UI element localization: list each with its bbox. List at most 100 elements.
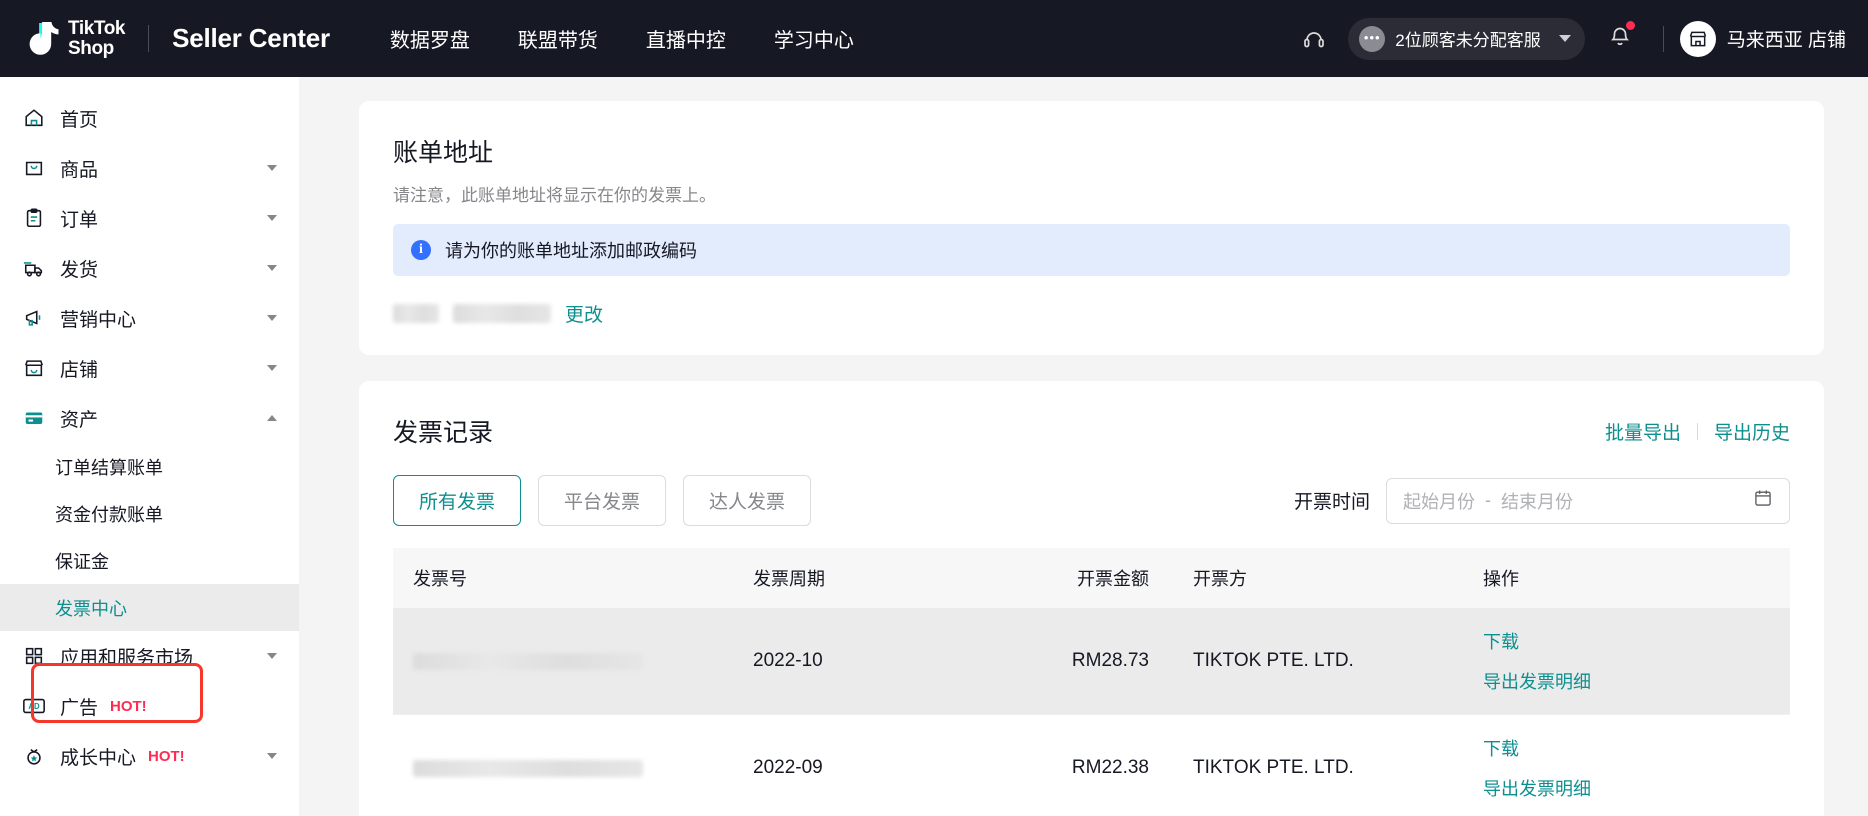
- avatar: [1679, 20, 1716, 57]
- sidebar-item-home[interactable]: 首页: [0, 93, 299, 143]
- customer-service-pill[interactable]: ••• 2位顾客未分配客服: [1348, 17, 1585, 60]
- ad-icon: AD: [22, 694, 46, 718]
- sidebar-item-marketing[interactable]: 营销中心: [0, 293, 299, 343]
- sidebar-item-shop[interactable]: 店铺: [0, 343, 299, 393]
- sidebar-item-ads[interactable]: AD 广告 HOT!: [0, 681, 299, 731]
- export-invoice-detail-link[interactable]: 导出发票明细: [1483, 668, 1790, 694]
- action-divider: [1696, 422, 1698, 440]
- sidebar-subitem-payment[interactable]: 资金付款账单: [0, 490, 299, 537]
- cs-pill-label: 2位顾客未分配客服: [1395, 31, 1541, 50]
- sidebar-sublabel-invoice-center: 发票中心: [55, 598, 127, 619]
- billing-address-row: 更改: [393, 300, 1790, 327]
- col-period: 发票周期: [733, 548, 983, 608]
- tiktok-note-icon: [26, 20, 59, 58]
- chevron-up-icon: [267, 415, 277, 421]
- tiktok-shop-logo[interactable]: TikTok Shop: [26, 19, 125, 58]
- sidebar-item-shipping[interactable]: 发货: [0, 243, 299, 293]
- chevron-down-icon: [267, 753, 277, 759]
- cell-invoice-no: [393, 608, 733, 715]
- invoice-section-header: 发票记录 批量导出 导出历史: [393, 413, 1790, 449]
- sidebar-item-finance[interactable]: 资产: [0, 393, 299, 443]
- invoice-table: 发票号 发票周期 开票金额 开票方 操作 2022-10 RM28.73 TIK…: [393, 548, 1790, 816]
- col-issuer: 开票方: [1173, 548, 1463, 608]
- topnav-item-2[interactable]: 直播中控: [622, 24, 750, 53]
- invoice-header-actions: 批量导出 导出历史: [1605, 418, 1790, 445]
- col-actions: 操作: [1463, 548, 1790, 608]
- redacted-address-part-1: [393, 304, 439, 323]
- sidebar-item-app-market[interactable]: 应用和服务市场: [0, 631, 299, 681]
- chevron-down-icon: [267, 165, 277, 171]
- tab-platform-invoices[interactable]: 平台发票: [538, 475, 667, 526]
- sidebar-label-home: 首页: [60, 109, 99, 131]
- sidebar-item-products[interactable]: 商品: [0, 143, 299, 193]
- chevron-down-icon: [267, 215, 277, 221]
- logo-text-shop: Shop: [68, 37, 114, 59]
- shop-name-label: 马来西亚 店铺: [1726, 30, 1846, 51]
- date-start-placeholder: 起始月份: [1403, 491, 1475, 512]
- chevron-down-icon: [267, 365, 277, 371]
- shop-account-chip[interactable]: 马来西亚 店铺: [1679, 20, 1846, 57]
- invoice-date-filter: 开票时间 起始月份 - 结束月份: [1294, 477, 1790, 524]
- cell-issuer: TIKTOK PTE. LTD.: [1173, 608, 1463, 715]
- batch-export-link[interactable]: 批量导出: [1605, 418, 1681, 445]
- storefront-icon: [1689, 31, 1706, 46]
- support-headset-button[interactable]: [1294, 19, 1334, 59]
- invoice-records-card: 发票记录 批量导出 导出历史 所有发票 平台发票 达人发票 开票时间 起始月份: [359, 381, 1824, 816]
- sidebar-sublabel-deposit: 保证金: [55, 551, 109, 572]
- chevron-down-icon: [267, 265, 277, 271]
- tab-creator-invoices[interactable]: 达人发票: [683, 475, 812, 526]
- sidebar-item-orders[interactable]: 订单: [0, 193, 299, 243]
- sidebar-sublabel-payment: 资金付款账单: [55, 504, 163, 525]
- order-icon: [22, 206, 46, 230]
- topnav-item-1[interactable]: 联盟带货: [494, 24, 622, 53]
- top-navigation: 数据罗盘 联盟带货 直播中控 学习中心: [366, 24, 878, 53]
- sidebar-sublabel-settlement: 订单结算账单: [55, 457, 163, 478]
- date-range-dash: -: [1485, 490, 1491, 510]
- cell-period: 2022-10: [733, 608, 983, 715]
- download-link[interactable]: 下载: [1483, 628, 1790, 654]
- invoice-table-body: 2022-10 RM28.73 TIKTOK PTE. LTD. 下载 导出发票…: [393, 608, 1790, 816]
- sidebar-label-marketing: 营销中心: [60, 309, 137, 331]
- export-invoice-detail-link[interactable]: 导出发票明细: [1483, 775, 1790, 801]
- calendar-icon[interactable]: [1753, 488, 1773, 513]
- page-title: 账单地址: [393, 139, 494, 167]
- svg-text:AD: AD: [28, 702, 40, 711]
- redacted-invoice-number: [413, 759, 643, 777]
- sidebar-subitem-deposit[interactable]: 保证金: [0, 537, 299, 584]
- avatar-dots: •••: [1363, 30, 1381, 45]
- table-row[interactable]: 2022-09 RM22.38 TIKTOK PTE. LTD. 下载 导出发票…: [393, 714, 1790, 816]
- sidebar-subitem-settlement[interactable]: 订单结算账单: [0, 443, 299, 490]
- header-right-cluster: ••• 2位顾客未分配客服 马来西亚 店铺: [1294, 17, 1846, 60]
- sidebar-item-growth[interactable]: 成长中心 HOT!: [0, 731, 299, 781]
- customer-avatar-icon: •••: [1359, 25, 1386, 52]
- invoice-filters: 所有发票 平台发票 达人发票 开票时间 起始月份 - 结束月份: [393, 475, 1790, 526]
- cell-actions: 下载 导出发票明细: [1463, 608, 1790, 715]
- cell-amount: RM28.73: [983, 608, 1173, 715]
- change-address-link[interactable]: 更改: [565, 300, 603, 327]
- alert-message: 请为你的账单地址添加邮政编码: [445, 241, 697, 261]
- table-header-row: 发票号 发票周期 开票金额 开票方 操作: [393, 548, 1790, 608]
- date-range-input[interactable]: 起始月份 - 结束月份: [1386, 477, 1790, 524]
- notifications-button[interactable]: [1603, 19, 1637, 58]
- chevron-down-icon: [267, 315, 277, 321]
- sidebar-label-orders: 订单: [60, 209, 99, 231]
- cell-actions: 下载 导出发票明细: [1463, 714, 1790, 816]
- postal-code-alert: i 请为你的账单地址添加邮政编码: [393, 224, 1790, 276]
- topnav-item-0[interactable]: 数据罗盘: [366, 24, 494, 53]
- sidebar-label-app-market: 应用和服务市场: [60, 647, 194, 669]
- sidebar-subitem-invoice-center[interactable]: 发票中心: [0, 584, 299, 631]
- table-row[interactable]: 2022-10 RM28.73 TIKTOK PTE. LTD. 下载 导出发票…: [393, 608, 1790, 715]
- cell-period: 2022-09: [733, 714, 983, 816]
- topnav-item-3[interactable]: 学习中心: [750, 24, 878, 53]
- main-content-area: 账单地址 请注意，此账单地址将显示在你的发票上。 i 请为你的账单地址添加邮政编…: [299, 77, 1868, 816]
- export-history-link[interactable]: 导出历史: [1714, 418, 1790, 445]
- col-invoice-no: 发票号: [393, 548, 733, 608]
- chevron-down-icon: [1558, 35, 1571, 42]
- info-icon: i: [411, 240, 431, 260]
- download-link[interactable]: 下载: [1483, 735, 1790, 761]
- tab-all-invoices[interactable]: 所有发票: [393, 475, 522, 526]
- sidebar-label-ads: 广告: [60, 697, 99, 719]
- logo-text-tiktok: TikTok: [68, 18, 126, 40]
- sidebar-label-products: 商品: [60, 159, 99, 181]
- apps-icon: [22, 644, 46, 668]
